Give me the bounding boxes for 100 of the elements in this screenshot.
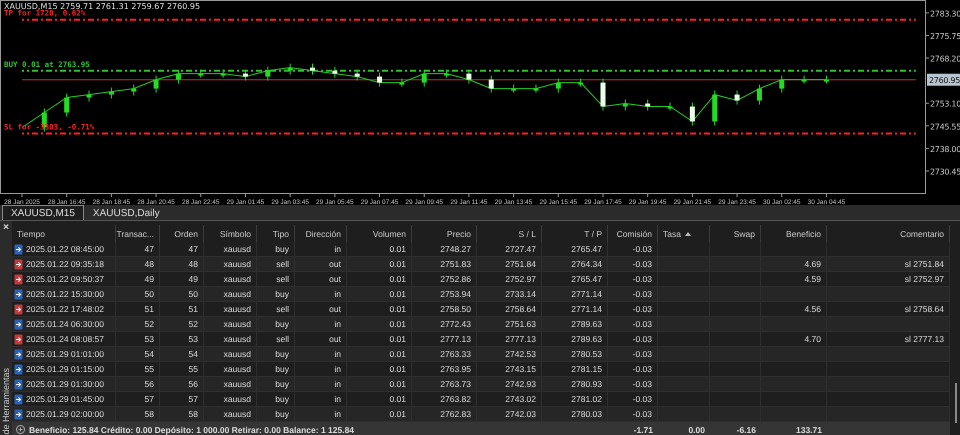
table-cell: 2758.64 (505, 304, 536, 314)
table-cell: 2025.01.24 08:08:57 (26, 334, 104, 344)
table-cell: 2025.01.29 01:30:00 (26, 379, 104, 389)
table-cell: 50 (188, 289, 198, 299)
table-cell: 0.01 (389, 334, 406, 344)
table-cell: in (334, 379, 341, 389)
table-cell: 0.01 (389, 259, 406, 269)
table-cell: 0.01 (389, 379, 406, 389)
table-cell: 2742.03 (505, 409, 536, 419)
y-tick-label: 2745.55 (930, 122, 960, 132)
table-cell: sell (276, 334, 289, 344)
table-cell: 2025.01.22 09:50:37 (26, 274, 104, 284)
table-cell: 2752.97 (505, 274, 536, 284)
table-cell: 55 (188, 364, 198, 374)
table-cell: in (334, 319, 341, 329)
table-cell: 0.01 (389, 289, 406, 299)
table-cell: 53 (188, 334, 198, 344)
table-cell: 48 (188, 259, 198, 269)
price-tag: 2760.95 (927, 74, 960, 86)
toolbox-title: de Herramientas (1, 368, 11, 435)
table-cell: 0.01 (389, 304, 406, 314)
table-cell: -0.03 (632, 244, 652, 254)
table-cell: 57 (188, 394, 198, 404)
table-cell: 2781.15 (571, 364, 602, 374)
table-cell: 2789.63 (571, 334, 602, 344)
table-cell: in (334, 244, 341, 254)
table-cell: xauusd (224, 304, 251, 314)
table-cell: 0.01 (389, 319, 406, 329)
table-cell: 2743.02 (505, 394, 536, 404)
table-cell: 56 (188, 379, 198, 389)
table-cell: 2772.43 (440, 319, 471, 329)
table-cell: xauusd (224, 319, 251, 329)
table-cell: xauusd (224, 334, 251, 344)
table-cell: xauusd (224, 259, 251, 269)
table-cell: 48 (144, 259, 154, 269)
table-cell: out (329, 274, 341, 284)
table-cell: 0.01 (389, 409, 406, 419)
table-cell: 2025.01.22 09:35:18 (26, 259, 104, 269)
table-cell: 2733.14 (505, 289, 536, 299)
table-cell: buy (275, 379, 289, 389)
table-cell: sl 2777.13 (904, 334, 944, 344)
table-cell: 54 (144, 349, 154, 359)
table-cell: 2751.63 (505, 319, 536, 329)
table-cell: 50 (144, 289, 154, 299)
table-cell: 2025.01.29 01:01:00 (26, 349, 104, 359)
table-cell: 0.01 (389, 349, 406, 359)
table-cell: in (334, 289, 341, 299)
table-cell: 2771.14 (571, 304, 602, 314)
table-cell: xauusd (224, 349, 251, 359)
table-cell: 52 (144, 319, 154, 329)
summary-text: Beneficio: 125.84 Crédito: 0.00 Depósito: 1 000.00 Retirar: 0.00 Balance: 1 125.84 (29, 424, 354, 434)
table-cell: -0.03 (632, 259, 652, 269)
table-cell: in (334, 364, 341, 374)
table-cell: 2751.84 (505, 259, 536, 269)
table-cell: 2777.13 (505, 334, 536, 344)
table-cell: 2763.95 (440, 364, 471, 374)
table-cell: 2789.63 (571, 319, 602, 329)
table-cell: 2765.47 (571, 274, 602, 284)
table-cell: 53 (144, 334, 154, 344)
table-cell: xauusd (224, 274, 251, 284)
table-cell: sell (276, 304, 289, 314)
table-cell: -0.03 (632, 274, 652, 284)
table-cell: sell (276, 259, 289, 269)
table-cell: sl 2752.97 (904, 274, 944, 284)
close-button[interactable]: × (3, 223, 9, 233)
table-cell: 2780.53 (571, 349, 602, 359)
table-cell: 58 (188, 409, 198, 419)
table-cell: xauusd (224, 409, 251, 419)
expand-icon[interactable] (16, 425, 25, 434)
table-cell: 2764.34 (571, 259, 602, 269)
table-cell: 2751.83 (440, 259, 471, 269)
chart-tab[interactable]: XAUUSD,M15 (2, 205, 84, 220)
table-cell: 2762.83 (440, 409, 471, 419)
table-cell: 2758.50 (440, 304, 471, 314)
total-cell: -6.16 (736, 424, 756, 434)
table-cell: out (329, 304, 341, 314)
table-cell: -0.03 (632, 334, 652, 344)
table-cell: 4.69 (804, 259, 821, 269)
table-cell: 2777.13 (440, 334, 471, 344)
chart-header: XAUUSD,M15 2759.71 2761.31 2759.67 2760.95 (4, 2, 200, 11)
table-cell: 4.70 (804, 334, 821, 344)
table-cell: 52 (188, 319, 198, 329)
table-cell: buy (275, 409, 289, 419)
table-cell: 2771.14 (571, 289, 602, 299)
table-cell: 2743.15 (505, 364, 536, 374)
table-cell: 2742.53 (505, 349, 536, 359)
table-cell: 2753.94 (440, 289, 471, 299)
table-cell: xauusd (224, 379, 251, 389)
table-cell: 55 (144, 364, 154, 374)
table-cell: 2025.01.22 17:48:02 (26, 304, 104, 314)
table-cell: 4.56 (804, 304, 821, 314)
table-cell: 2781.02 (571, 394, 602, 404)
table-cell: buy (275, 364, 289, 374)
chart-tab[interactable]: XAUUSD,Daily (84, 205, 169, 220)
table-cell: buy (275, 244, 289, 254)
table-cell: 2763.73 (440, 379, 471, 389)
series-label: 2760.95 (929, 76, 960, 86)
table-cell: 2727.47 (505, 244, 536, 254)
y-tick-label: 2730.45 (930, 168, 960, 176)
table-cell: 2025.01.29 01:45:00 (26, 394, 104, 404)
